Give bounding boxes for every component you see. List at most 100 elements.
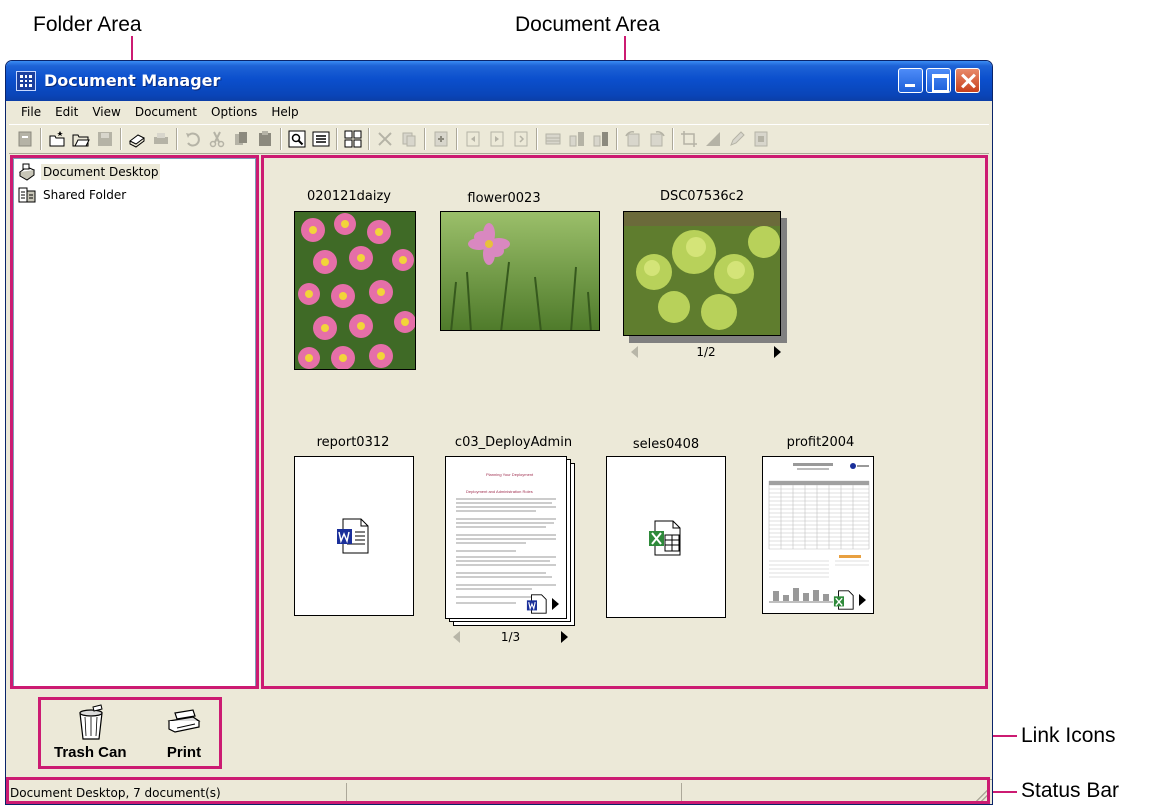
document-name: seles0408 (632, 437, 700, 452)
duplicate-icon (402, 132, 416, 147)
document-thumbnail-020121daizy[interactable] (294, 211, 416, 370)
link-icons-bar: Trash Can Print (6, 693, 992, 771)
toolbar-separator (280, 128, 282, 150)
annotate-icon (706, 132, 720, 146)
text-lines (456, 498, 556, 604)
open-folder-icon (72, 134, 90, 147)
split-button[interactable] (566, 128, 588, 150)
scan-button[interactable] (126, 128, 148, 150)
page-forward-icon (490, 131, 504, 147)
crop-button[interactable] (678, 128, 700, 150)
printer-icon (167, 709, 201, 733)
magnifier-icon (288, 130, 306, 148)
minimize-button[interactable] (898, 68, 923, 93)
toolbar-separator (368, 128, 370, 150)
callout-document-area: Document Area (515, 13, 660, 36)
toolbar-separator (424, 128, 426, 150)
insert-page-button[interactable] (430, 128, 452, 150)
prev-page-button[interactable] (453, 631, 460, 643)
cut-button[interactable] (206, 128, 228, 150)
copy-icon (235, 132, 247, 145)
resize-grip[interactable] (976, 789, 988, 801)
trash-can-icon (79, 704, 103, 740)
menu-bar: File Edit View Document Options Help (6, 101, 992, 123)
toolbar-separator (536, 128, 538, 150)
annotate-button[interactable] (702, 128, 724, 150)
toolbar-separator (616, 128, 618, 150)
document-name: flower0023 (467, 191, 541, 206)
open-button[interactable] (70, 128, 92, 150)
rotate-left-button[interactable] (622, 128, 644, 150)
print-toolbar-button[interactable] (150, 128, 172, 150)
status-divider (681, 783, 682, 803)
document-name: 020121daizy (307, 189, 391, 204)
copy-button[interactable] (230, 128, 252, 150)
menu-help[interactable]: Help (264, 105, 305, 119)
menu-options[interactable]: Options (204, 105, 264, 119)
split-icon (569, 132, 584, 147)
link-label: Print (166, 744, 202, 761)
page-next-button[interactable] (510, 128, 532, 150)
properties-button[interactable] (14, 128, 36, 150)
next-page-button[interactable] (561, 631, 568, 643)
document-thumbnail-profit2004[interactable] (762, 456, 874, 614)
print-icon (154, 133, 168, 144)
document-thumbnail-report0312[interactable] (294, 456, 414, 616)
document-thumbnail-flower0023[interactable] (440, 211, 600, 331)
title-bar[interactable]: Document Manager (6, 61, 992, 101)
unstack-button[interactable] (590, 128, 612, 150)
page-back-icon (466, 131, 480, 147)
convert-button[interactable] (750, 128, 772, 150)
undo-button[interactable] (182, 128, 204, 150)
document-thumbnail-seles0408[interactable] (606, 456, 726, 618)
prev-page-button[interactable] (631, 346, 638, 358)
page-back-button[interactable] (462, 128, 484, 150)
save-icon (98, 132, 112, 146)
trash-can-link[interactable]: Trash Can (54, 703, 127, 761)
edit-image-button[interactable] (726, 128, 748, 150)
list-view-button[interactable] (310, 128, 332, 150)
open-arrow[interactable] (859, 594, 866, 606)
toolbar-separator (672, 128, 674, 150)
toolbar-separator (40, 128, 42, 150)
document-name: profit2004 (786, 435, 855, 450)
page-forward-button[interactable] (486, 128, 508, 150)
print-link[interactable]: Print (165, 703, 203, 761)
document-area[interactable]: 020121daizy flower0023 DSC07536c2 1/2 re… (263, 158, 986, 689)
document-name: report0312 (316, 435, 390, 450)
close-button[interactable] (955, 68, 980, 93)
open-arrow[interactable] (552, 598, 559, 610)
thumbnail-view-icon (344, 130, 362, 148)
save-button[interactable] (94, 128, 116, 150)
folder-label: Document Desktop (41, 164, 161, 180)
menu-view[interactable]: View (85, 105, 127, 119)
folder-document-desktop[interactable]: Document Desktop (17, 162, 161, 182)
zoom-button[interactable] (286, 128, 308, 150)
status-divider (346, 783, 347, 803)
word-file-icon (526, 594, 547, 614)
document-thumbnail-c03_DeployAdmin[interactable]: Planning Your Deployment Deployment and … (445, 456, 567, 619)
menu-file[interactable]: File (14, 105, 48, 119)
cut-icon (209, 131, 225, 148)
paste-button[interactable] (254, 128, 276, 150)
thumbnail-view-button[interactable] (342, 128, 364, 150)
pager-c03_DeployAdmin: 1/3 (453, 628, 568, 646)
delete-button[interactable] (374, 128, 396, 150)
next-page-button[interactable] (774, 346, 781, 358)
menu-document[interactable]: Document (128, 105, 204, 119)
menu-edit[interactable]: Edit (48, 105, 85, 119)
status-bar: Document Desktop, 7 document(s) (6, 779, 992, 804)
maximize-button[interactable] (926, 68, 951, 93)
duplicate-button[interactable] (398, 128, 420, 150)
word-document-icon (337, 518, 369, 554)
document-manager-window: Document Manager File Edit View Document… (5, 60, 993, 805)
new-folder-button[interactable] (46, 128, 68, 150)
folder-shared[interactable]: Shared Folder (17, 185, 128, 205)
document-thumbnail-DSC07536c2[interactable] (623, 211, 781, 336)
pager-DSC07536c2: 1/2 (631, 343, 781, 361)
rotate-right-button[interactable] (646, 128, 668, 150)
green-plants-photo (624, 212, 780, 335)
folder-tree[interactable]: Document Desktop Shared Folder (13, 158, 256, 689)
stack-button[interactable] (542, 128, 564, 150)
new-folder-icon (49, 131, 65, 147)
